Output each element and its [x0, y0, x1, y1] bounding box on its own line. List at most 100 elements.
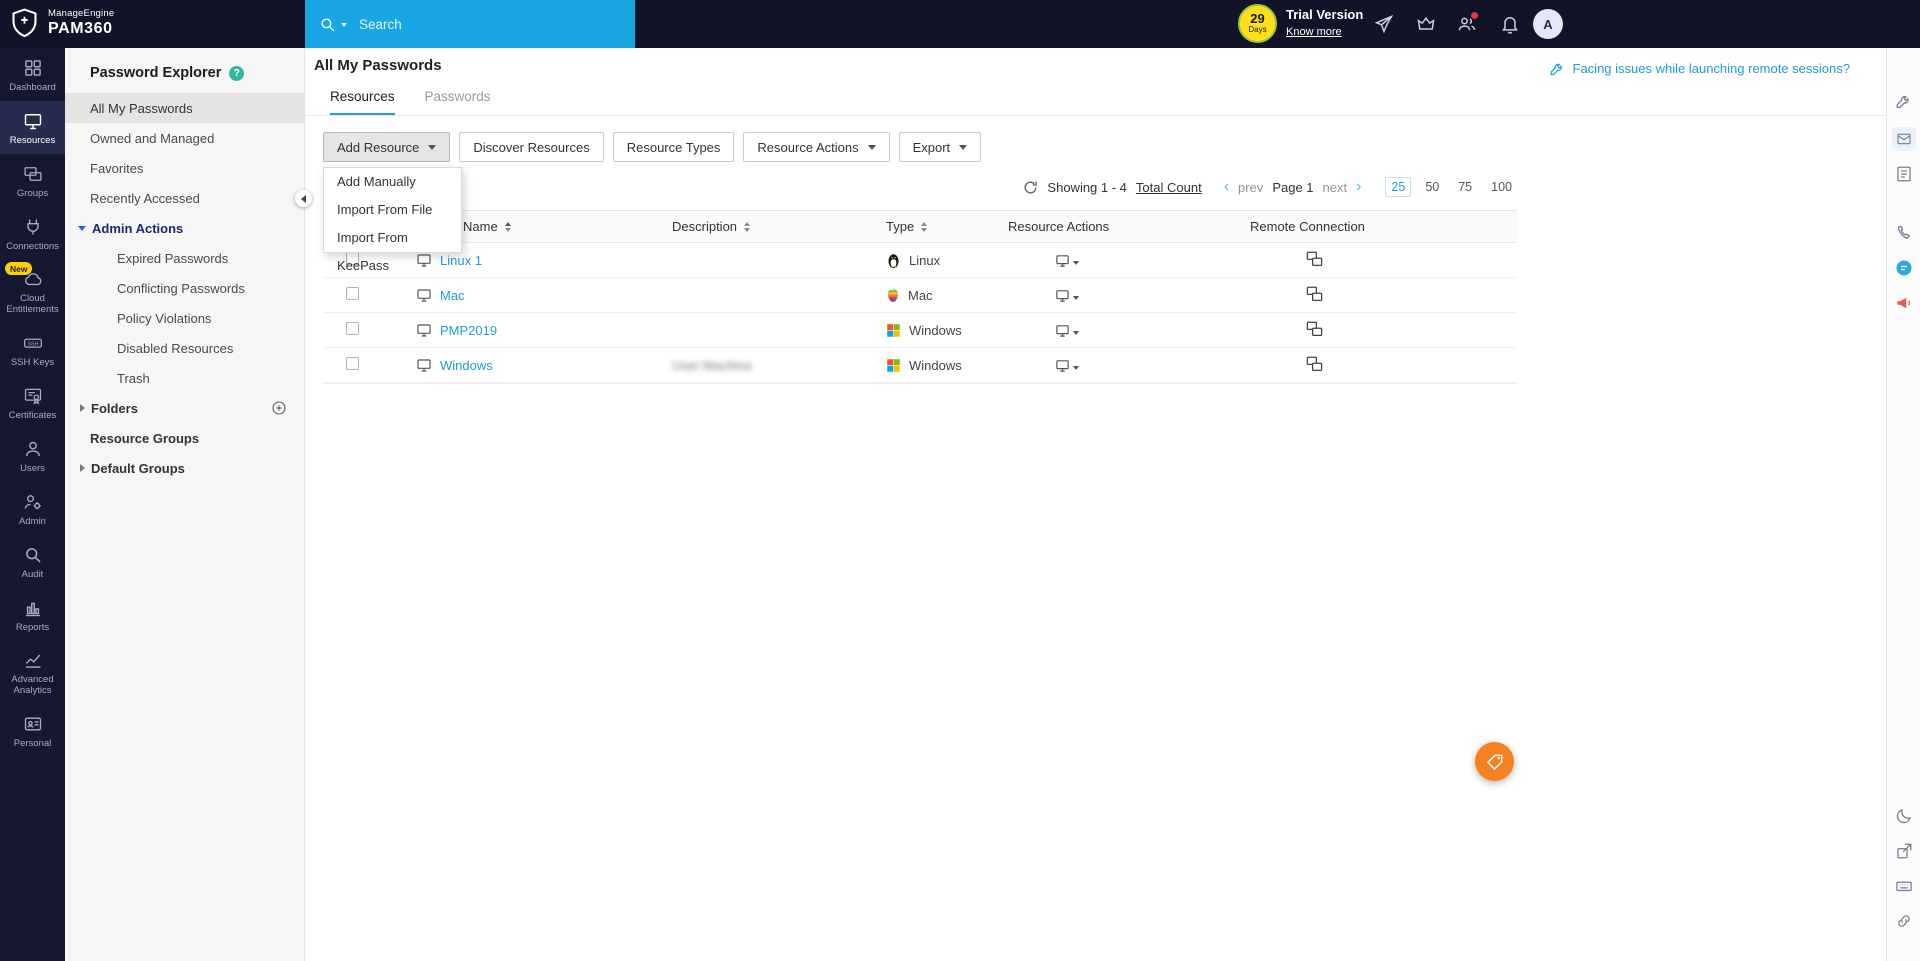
page-size-75[interactable]: 75: [1453, 178, 1477, 196]
resource-name-link[interactable]: Linux 1: [440, 253, 482, 268]
sort-icon[interactable]: [504, 221, 511, 232]
rail-item-audit[interactable]: Audit: [0, 535, 65, 588]
refresh-icon[interactable]: [1023, 180, 1038, 195]
rail-item-cloud-entitlements[interactable]: New Cloud Entitlements: [0, 260, 65, 323]
remote-connection-icon[interactable]: [1305, 250, 1324, 268]
tools-icon[interactable]: [1895, 92, 1913, 110]
search-input[interactable]: [359, 16, 589, 32]
sidebar-item-disabled-resources[interactable]: Disabled Resources: [65, 333, 304, 363]
admin-icon: [24, 494, 41, 509]
page-size-50[interactable]: 50: [1420, 178, 1444, 196]
total-count-link[interactable]: Total Count: [1136, 180, 1202, 195]
rail-item-reports[interactable]: Reports: [0, 588, 65, 641]
prev-chevron-icon[interactable]: ‹: [1224, 179, 1229, 195]
chevron-down-icon: [1073, 331, 1079, 335]
notifications-bell-icon[interactable]: [1500, 14, 1520, 34]
remote-session-help-link[interactable]: Facing issues while launching remote ses…: [1549, 60, 1850, 77]
menu-item-import-from-file[interactable]: Import From File: [324, 196, 461, 224]
tasks-icon[interactable]: [1895, 165, 1913, 183]
offers-fab-button[interactable]: [1475, 742, 1514, 781]
rail-item-certificates[interactable]: Certificates: [0, 376, 65, 429]
resource-types-button[interactable]: Resource Types: [612, 132, 735, 162]
know-more-link[interactable]: Know more: [1286, 26, 1342, 38]
active-users-icon[interactable]: [1457, 11, 1479, 34]
remote-connection-icon[interactable]: [1305, 285, 1324, 303]
rail-item-ssh-keys[interactable]: SSH SSH Keys: [0, 323, 65, 376]
remote-connection-icon[interactable]: [1305, 320, 1324, 338]
shortcuts-keyboard-icon[interactable]: [1895, 877, 1913, 895]
sidebar-item-resource-groups[interactable]: Resource Groups: [65, 423, 304, 453]
add-folder-icon[interactable]: [271, 400, 287, 416]
search-scope-caret-icon[interactable]: [341, 23, 347, 27]
whats-new-icon[interactable]: [1374, 14, 1394, 34]
sidebar-item-folders[interactable]: Folders: [65, 393, 304, 423]
rail-item-dashboard[interactable]: Dashboard: [0, 48, 65, 101]
share-feedback-icon[interactable]: [1895, 842, 1913, 860]
resource-name-link[interactable]: Mac: [440, 288, 465, 303]
resource-actions-menu[interactable]: [1008, 288, 1250, 303]
license-crown-icon[interactable]: [1416, 14, 1436, 34]
resource-name-link[interactable]: PMP2019: [440, 323, 497, 338]
search-icon[interactable]: [319, 16, 336, 33]
sidebar-item-favorites[interactable]: Favorites: [65, 153, 304, 183]
column-header-name[interactable]: Name: [463, 219, 498, 234]
sidebar-item-policy-violations[interactable]: Policy Violations: [65, 303, 304, 333]
row-checkbox[interactable]: [346, 287, 359, 300]
sidebar-item-default-groups[interactable]: Default Groups: [65, 453, 304, 483]
sidebar-item-owned-and-managed[interactable]: Owned and Managed: [65, 123, 304, 153]
sidebar-item-trash[interactable]: Trash: [65, 363, 304, 393]
remote-connection-icon[interactable]: [1305, 355, 1324, 373]
rail-item-resources[interactable]: Resources: [0, 101, 65, 154]
export-button[interactable]: Export: [898, 132, 982, 162]
tools-icon: [1550, 63, 1562, 76]
rail-item-advanced-analytics[interactable]: Advanced Analytics: [0, 641, 65, 704]
rail-item-users[interactable]: Users: [0, 429, 65, 482]
row-checkbox[interactable]: [346, 357, 359, 370]
row-checkbox[interactable]: [346, 322, 359, 335]
sort-icon[interactable]: [744, 221, 751, 232]
phone-icon[interactable]: [1895, 224, 1913, 242]
quick-links-icon[interactable]: [1895, 912, 1913, 930]
resource-type-label: Windows: [909, 357, 962, 373]
live-chat-icon[interactable]: [1895, 259, 1913, 277]
sidebar-item-conflicting-passwords[interactable]: Conflicting Passwords: [65, 273, 304, 303]
resource-actions-button[interactable]: Resource Actions: [743, 132, 890, 162]
sidebar-item-recently-accessed[interactable]: Recently Accessed: [65, 183, 304, 213]
next-button[interactable]: next: [1323, 180, 1348, 195]
sidebar-collapse-button[interactable]: [295, 190, 312, 207]
column-header-description[interactable]: Description: [672, 219, 737, 234]
sidebar-item-expired-passwords[interactable]: Expired Passwords: [65, 243, 304, 273]
mail-icon[interactable]: [1891, 127, 1916, 151]
resource-actions-menu[interactable]: [1008, 358, 1250, 373]
add-resource-button[interactable]: Add Resource: [323, 132, 451, 162]
monitor-icon: [417, 289, 431, 302]
resource-actions-menu[interactable]: [1008, 323, 1250, 338]
menu-item-add-manually[interactable]: Add Manually: [324, 168, 461, 196]
sort-icon[interactable]: [921, 221, 928, 232]
resource-actions-menu[interactable]: [1008, 253, 1250, 268]
next-chevron-icon[interactable]: ›: [1356, 179, 1361, 195]
announcements-icon[interactable]: [1895, 294, 1913, 312]
sidebar-item-all-my-passwords[interactable]: All My Passwords: [65, 93, 304, 123]
linux-icon: [888, 253, 899, 268]
rail-item-admin[interactable]: Admin: [0, 482, 65, 535]
discover-resources-button[interactable]: Discover Resources: [459, 132, 604, 162]
rail-item-personal[interactable]: Personal: [0, 704, 65, 757]
help-icon[interactable]: ?: [229, 65, 245, 81]
prev-button[interactable]: prev: [1238, 180, 1263, 195]
tab-resources[interactable]: Resources: [330, 89, 395, 115]
column-header-type[interactable]: Type: [886, 219, 914, 234]
brand-logo[interactable]: ManageEngine PAM360: [9, 7, 114, 38]
page-size-100[interactable]: 100: [1486, 178, 1517, 196]
page-size-25[interactable]: 25: [1385, 177, 1412, 197]
column-header-remote-connection: Remote Connection: [1250, 219, 1365, 234]
menu-item-import-from-keepass[interactable]: Import From KeePass: [324, 224, 461, 273]
resource-name-link[interactable]: Windows: [440, 358, 493, 373]
dark-mode-icon[interactable]: [1895, 807, 1913, 825]
user-avatar[interactable]: A: [1533, 9, 1563, 39]
resource-type-label: Linux: [909, 252, 941, 268]
sidebar-item-admin-actions[interactable]: Admin Actions: [65, 213, 304, 243]
rail-item-connections[interactable]: Connections: [0, 207, 65, 260]
rail-item-groups[interactable]: Groups: [0, 154, 65, 207]
tab-passwords[interactable]: Passwords: [425, 89, 491, 115]
